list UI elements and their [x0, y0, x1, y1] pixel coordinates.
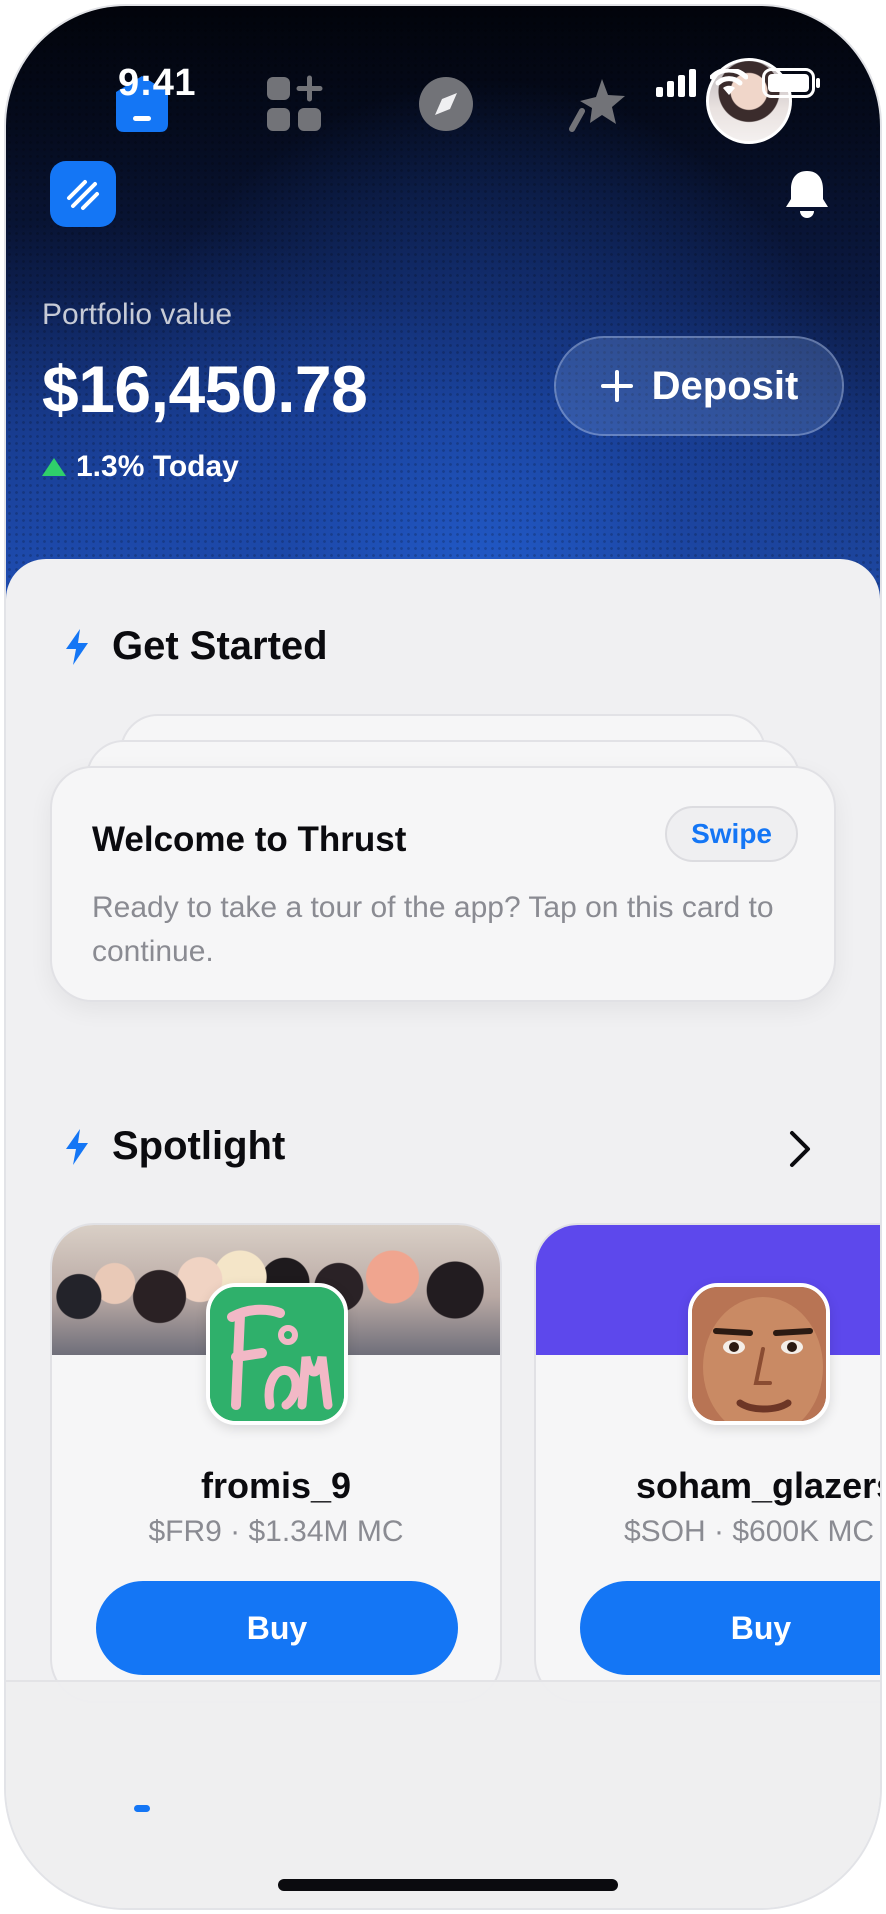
bolt-icon: [66, 1128, 88, 1165]
wifi-icon: [710, 69, 748, 95]
tab-bar: [6, 1680, 880, 1908]
get-started-title: Get Started: [112, 624, 328, 668]
token-avatar: [206, 1283, 348, 1425]
welcome-card-body: Ready to take a tour of the app? Tap on …: [92, 891, 774, 968]
face-avatar-icon: [692, 1287, 826, 1421]
home-indicator-bar: [278, 1879, 618, 1891]
token-meta: $SOH · $600K MC: [624, 1515, 875, 1548]
app-logo-icon[interactable]: [50, 161, 116, 227]
welcome-card-title: Welcome to Thrust: [92, 820, 407, 859]
change-text: 1.3% Today: [76, 450, 239, 483]
tab-explore[interactable]: [406, 64, 486, 144]
tab-favorites[interactable]: [558, 64, 638, 144]
battery-icon: [762, 68, 820, 98]
compass-icon: [419, 77, 473, 131]
status-time: 9:41: [118, 62, 197, 104]
signal-icon: [656, 69, 696, 97]
spotlight-card[interactable]: soham_glazers $SOH · $600K MC Buy: [534, 1223, 880, 1703]
spotlight-title: Spotlight: [112, 1124, 286, 1168]
grid-plus-icon: [267, 75, 323, 131]
phone-screen: 9:41 Portfolio value $16,450.78 1.3% Tod…: [6, 6, 880, 1908]
logo-stripes-icon: [67, 180, 99, 210]
token-name: soham_glazers: [636, 1465, 880, 1506]
spotlight-card[interactable]: fromis_9 $FR9 · $1.34M MC Buy: [50, 1223, 502, 1703]
buy-button[interactable]: Buy: [580, 1581, 880, 1675]
deposit-label: Deposit: [651, 363, 799, 408]
plus-icon: [600, 370, 633, 402]
star-icon: [569, 79, 625, 132]
trend-up-icon: [42, 458, 66, 476]
token-meta: $FR9 · $1.34M MC: [148, 1515, 404, 1548]
token-avatar: [688, 1283, 830, 1425]
active-tab-indicator: [134, 1805, 150, 1812]
chevron-right-icon[interactable]: [788, 1130, 812, 1173]
get-started-header: Get Started: [64, 624, 328, 669]
fromis-logo-icon: [210, 1287, 344, 1421]
tab-apps[interactable]: [254, 64, 334, 144]
portfolio-change: 1.3% Today: [42, 450, 239, 484]
bell-icon[interactable]: [784, 169, 830, 226]
deposit-button[interactable]: Deposit: [554, 336, 844, 436]
status-icons: [656, 68, 820, 98]
portfolio-label: Portfolio value: [42, 298, 233, 331]
welcome-card[interactable]: Welcome to Thrust Swipe Ready to take a …: [50, 766, 836, 1002]
portfolio-value: $16,450.78: [42, 352, 368, 426]
swipe-pill[interactable]: Swipe: [665, 806, 798, 862]
token-name: fromis_9: [200, 1465, 352, 1506]
buy-button[interactable]: Buy: [96, 1581, 458, 1675]
bolt-icon: [66, 628, 88, 665]
spotlight-header: Spotlight: [64, 1124, 285, 1169]
